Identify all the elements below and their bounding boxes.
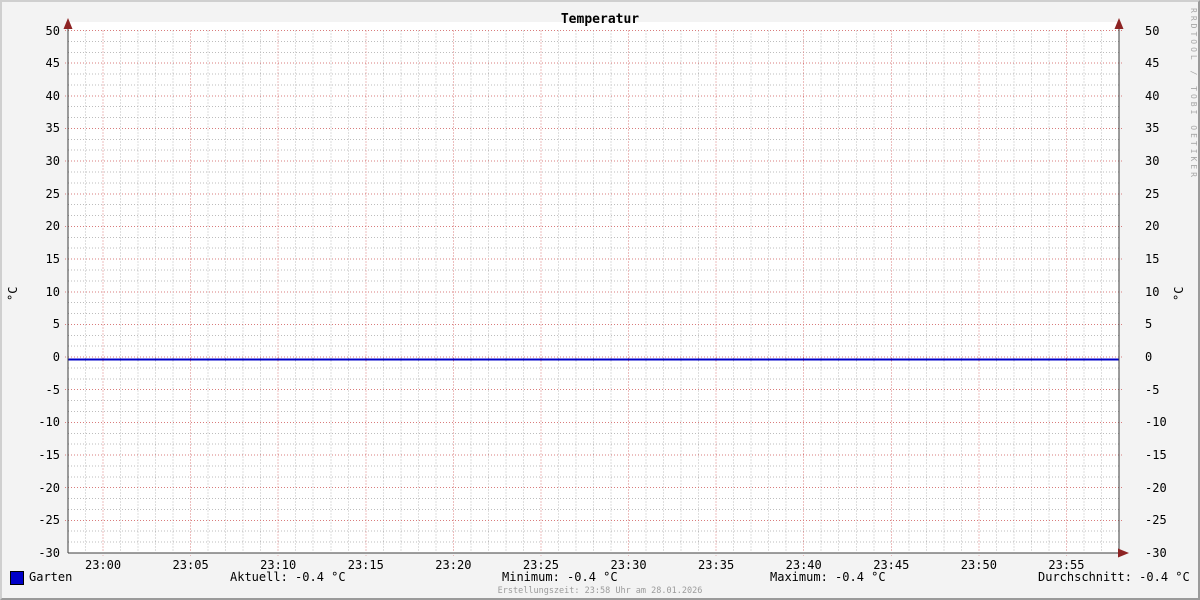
chart-title: Temperatur [560,12,640,27]
creation-timestamp: Erstellungszeit: 23:58 Uhr am 28.01.2026 [497,586,703,596]
y-axis-unit-right: °C [1172,286,1186,301]
chart-canvas [63,18,1129,558]
plot-canvas [68,22,1119,553]
rrdtool-graph: -30 -30 -25 -25 -20 -20 -15 -15 -10 -10 -5 -5 0 0 5 5 10… [0,0,1200,600]
y-axis-unit-left: °C [6,286,20,301]
watermark-text: RRDTOOL / TOBI OETIKER [1189,8,1198,180]
legend-swatch-garten [10,571,24,585]
